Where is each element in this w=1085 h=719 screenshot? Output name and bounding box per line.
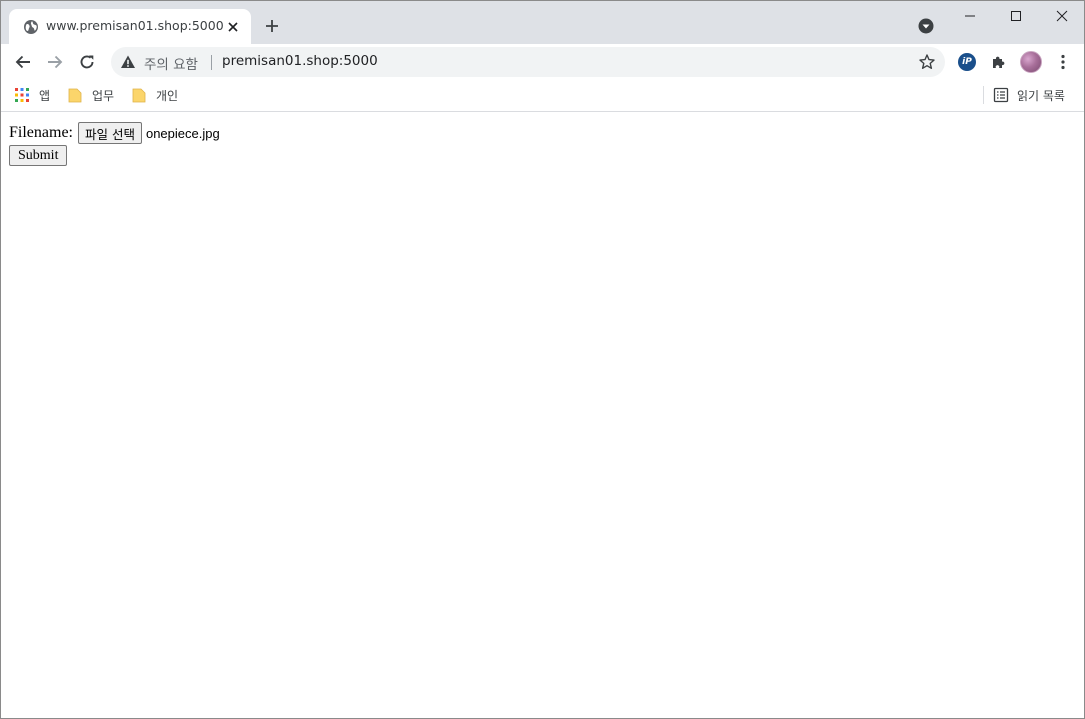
bookmark-label: 앱 [39, 88, 51, 103]
bookmark-folder-work[interactable]: 업무 [68, 84, 114, 106]
url-text[interactable]: premisan01.shop:5000 [222, 53, 378, 69]
folder-icon [68, 88, 82, 103]
globe-icon [23, 19, 39, 35]
reading-list-label: 읽기 목록 [1017, 88, 1065, 103]
warning-icon[interactable] [120, 54, 136, 70]
minimize-button[interactable] [947, 1, 993, 31]
forward-arrow-icon [48, 55, 63, 69]
bookmark-folder-personal[interactable]: 개인 [132, 84, 178, 106]
profile-avatar[interactable] [1019, 50, 1043, 74]
ip-extension-icon[interactable]: iP [955, 50, 979, 74]
bookmarks-divider [983, 86, 984, 104]
upload-form: Filename: 파일 선택 onepiece.jpg Submit [9, 122, 220, 166]
bookmarks-bar: 앱 업무 개인 읽기 목록 [1, 80, 1084, 112]
selected-file-name: onepiece.jpg [145, 125, 220, 141]
bookmark-label: 업무 [92, 88, 115, 103]
choose-file-button[interactable]: 파일 선택 [77, 122, 142, 144]
security-status-text[interactable]: 주의 요함 [144, 53, 198, 73]
apps-grid-icon [15, 88, 29, 102]
browser-tab[interactable]: www.premisan01.shop:5000 [9, 9, 251, 44]
bookmark-star-icon[interactable] [918, 53, 936, 71]
maximize-button[interactable] [993, 1, 1039, 31]
bookmark-label: 개인 [156, 88, 179, 103]
close-tab-icon[interactable] [225, 19, 241, 35]
folder-icon [132, 88, 146, 103]
page-content: Filename: 파일 선택 onepiece.jpg Submit [1, 113, 1084, 718]
address-divider [211, 55, 212, 70]
extensions-puzzle-icon[interactable] [987, 50, 1011, 74]
new-tab-button[interactable] [261, 15, 283, 37]
tab-title: www.premisan01.shop:5000 [46, 18, 224, 33]
submit-button[interactable]: Submit [9, 145, 68, 166]
window-close-button[interactable] [1039, 1, 1084, 31]
browser-window: www.premisan01.shop:5000 주의 요함 premisan0… [0, 0, 1085, 719]
browser-toolbar: 주의 요함 premisan01.shop:5000 iP [1, 44, 1084, 80]
reading-list-icon [993, 87, 1009, 103]
tab-search-icon[interactable] [917, 17, 935, 35]
reading-list-button[interactable]: 읽기 목록 [993, 84, 1065, 106]
filename-label: Filename: [9, 124, 73, 141]
forward-button[interactable] [41, 48, 69, 76]
back-button[interactable] [9, 48, 37, 76]
address-bar[interactable]: 주의 요함 premisan01.shop:5000 [111, 47, 945, 77]
bookmark-apps[interactable]: 앱 [15, 84, 50, 106]
more-menu-icon[interactable] [1051, 50, 1075, 74]
reload-button[interactable] [73, 48, 101, 76]
reload-icon [80, 55, 94, 69]
tab-strip: www.premisan01.shop:5000 [1, 1, 1084, 44]
back-arrow-icon [15, 55, 30, 69]
file-row: Filename: 파일 선택 onepiece.jpg [9, 122, 220, 144]
